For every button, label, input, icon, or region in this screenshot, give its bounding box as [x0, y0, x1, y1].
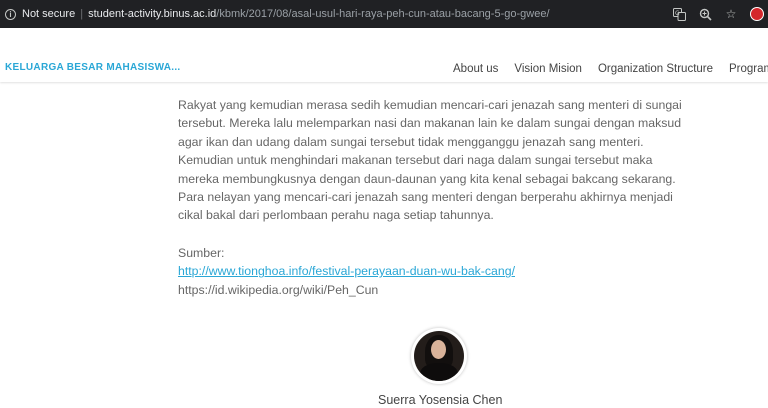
translate-icon[interactable]: G	[672, 7, 686, 21]
nav-about-us[interactable]: About us	[453, 63, 498, 75]
url-display[interactable]: i Not secure | student-activity.binus.ac…	[5, 0, 550, 28]
site-brand[interactable]: KELUARGA BESAR MAHASISWA...	[5, 62, 181, 73]
info-icon[interactable]: i	[5, 8, 16, 20]
source-text: https://id.wikipedia.org/wiki/Peh_Cun	[178, 282, 379, 297]
source-label: Sumber:	[178, 246, 225, 260]
article-line: mereka membungkusnya dengan daun-daunan …	[178, 171, 676, 186]
article-line: Kemudian untuk menghindari makanan terse…	[178, 153, 653, 168]
security-label[interactable]: Not secure	[22, 8, 75, 20]
nav-organization-structure[interactable]: Organization Structure	[598, 63, 713, 75]
author-avatar[interactable]	[411, 328, 467, 384]
site-header: KELUARGA BESAR MAHASISWA... About us Vis…	[0, 28, 768, 82]
nav-vision-mision[interactable]: Vision Mision	[514, 63, 582, 75]
browser-address-bar[interactable]: i Not secure | student-activity.binus.ac…	[0, 0, 768, 28]
svg-text:G: G	[675, 10, 680, 17]
url-separator: |	[80, 8, 84, 20]
extension-icon[interactable]	[750, 7, 764, 21]
author-name: Suerra Yosensia Chen	[378, 393, 503, 407]
author-photo	[414, 331, 464, 381]
article-body: Rakyat yang kemudian merasa sedih kemudi…	[178, 96, 698, 225]
article-line: cikal bakal dari perlombaan perahu naga …	[178, 208, 494, 223]
article-line: tersebut. Mereka lalu melemparkan nasi d…	[178, 116, 682, 131]
article-line: Rakyat yang kemudian merasa sedih kemudi…	[178, 98, 682, 112]
zoom-icon[interactable]	[698, 7, 712, 21]
article-line: agar ikan dan udang dalam sungai tersebu…	[178, 134, 644, 149]
article-line: Para nelayan yang mencari-cari jenazah s…	[178, 190, 673, 205]
source-link[interactable]: http://www.tionghoa.info/festival-peraya…	[178, 264, 515, 278]
nav-programs[interactable]: Programs	[729, 63, 768, 75]
main-nav: About us Vision Mision Organization Stru…	[453, 63, 768, 75]
article-sources: Sumber: http://www.tionghoa.info/festiva…	[178, 244, 515, 299]
bookmark-star-icon[interactable]: ☆	[724, 7, 738, 21]
url-host[interactable]: student-activity.binus.ac.id	[88, 8, 216, 20]
url-path[interactable]: /kbmk/2017/08/asal-usul-hari-raya-peh-cu…	[216, 8, 549, 20]
browser-actions: G ☆	[672, 0, 764, 28]
